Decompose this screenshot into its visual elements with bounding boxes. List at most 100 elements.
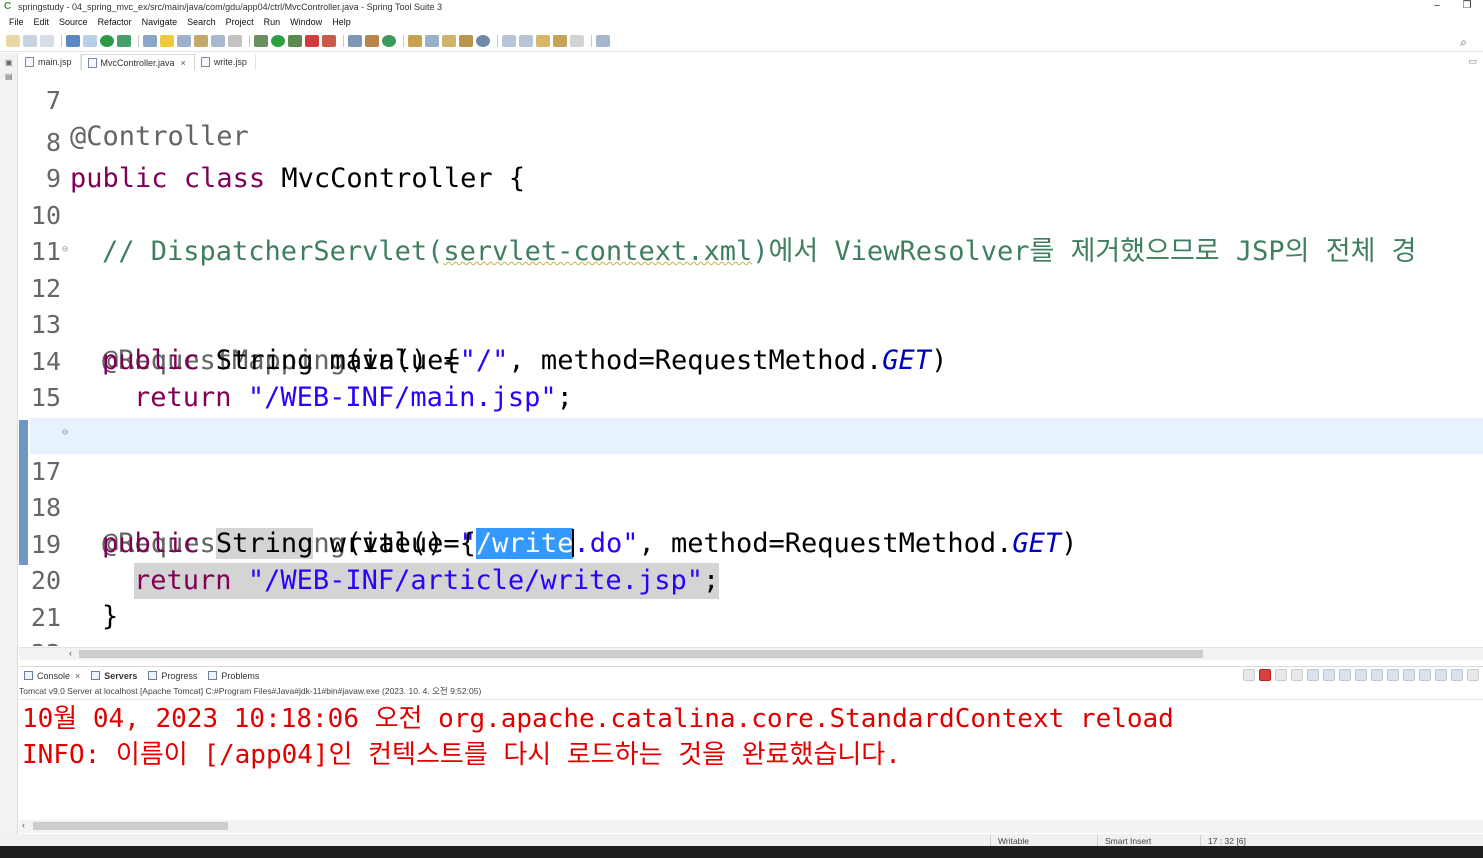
new-package-icon[interactable] bbox=[365, 35, 379, 47]
menu-edit[interactable]: Edit bbox=[29, 17, 55, 27]
web-browser-icon[interactable] bbox=[459, 35, 473, 47]
new-icon[interactable] bbox=[6, 35, 20, 47]
show-whitespace-icon[interactable] bbox=[211, 35, 225, 47]
code-line-12: 12 ⊖ @RequestMapping(value="/", method=R… bbox=[30, 232, 1483, 376]
code-line-22: 22 bbox=[30, 600, 1483, 646]
next-edit-icon[interactable] bbox=[502, 35, 516, 47]
minimize-button[interactable]: – bbox=[1425, 0, 1449, 13]
show-on-stdout-icon[interactable] bbox=[1355, 669, 1367, 681]
tab-main-jsp[interactable]: main.jsp bbox=[19, 54, 81, 70]
coverage-icon[interactable] bbox=[288, 35, 302, 47]
display-console-icon[interactable] bbox=[1403, 669, 1415, 681]
spring-boot-icon[interactable] bbox=[100, 35, 114, 47]
terminal-icon[interactable] bbox=[66, 35, 80, 47]
save-all-icon[interactable] bbox=[40, 35, 54, 47]
scrollbar-thumb[interactable] bbox=[79, 650, 1203, 658]
remove-icon[interactable] bbox=[1275, 669, 1287, 681]
tab-problems[interactable]: Problems bbox=[203, 671, 265, 681]
toggle-mark-icon[interactable] bbox=[83, 35, 97, 47]
progress-icon bbox=[148, 671, 158, 680]
console-toolbar bbox=[1239, 669, 1479, 681]
menu-project[interactable]: Project bbox=[221, 17, 259, 27]
minimize-view-icon[interactable] bbox=[1435, 669, 1447, 681]
console-output[interactable]: 10월 04, 2023 10:18:06 오전 org.apache.cata… bbox=[19, 699, 1483, 819]
tab-mvccontroller-java[interactable]: MvcController.java × bbox=[80, 54, 195, 70]
open-console-icon[interactable] bbox=[1419, 669, 1431, 681]
console-description: Tomcat v9.0 Server at localhost [Apache … bbox=[19, 686, 482, 696]
back-icon[interactable] bbox=[553, 35, 567, 47]
console-horizontal-scrollbar[interactable]: ‹ bbox=[19, 820, 1483, 833]
stop-icon[interactable] bbox=[305, 35, 319, 47]
external-tools-icon[interactable] bbox=[322, 35, 336, 47]
search-tool-icon[interactable] bbox=[442, 35, 456, 47]
show-on-stderr-icon[interactable] bbox=[1371, 669, 1383, 681]
toolbar-separator bbox=[403, 35, 404, 47]
maximize-view-icon[interactable] bbox=[1451, 669, 1463, 681]
run-icon[interactable] bbox=[271, 35, 285, 47]
code-line-13: 13 public String main() { bbox=[30, 271, 1483, 376]
tab-write-jsp[interactable]: write.jsp bbox=[195, 54, 256, 70]
open-perspective-icon[interactable] bbox=[596, 35, 610, 47]
remove-launch-icon[interactable] bbox=[1243, 669, 1255, 681]
debug-icon[interactable] bbox=[254, 35, 268, 47]
forward-icon[interactable] bbox=[570, 35, 584, 47]
menu-run[interactable]: Run bbox=[259, 17, 286, 27]
scroll-left-icon[interactable]: ‹ bbox=[22, 820, 25, 830]
java-file-icon bbox=[87, 57, 97, 68]
pin-console-icon[interactable] bbox=[1387, 669, 1399, 681]
open-type-icon[interactable] bbox=[408, 35, 422, 47]
previous-edit-icon[interactable] bbox=[519, 35, 533, 47]
menu-search[interactable]: Search bbox=[182, 17, 221, 27]
toolbar-separator bbox=[343, 35, 344, 47]
highlight-icon[interactable] bbox=[160, 35, 174, 47]
restore-view-icon[interactable]: ▣ bbox=[5, 59, 13, 67]
menu-source[interactable]: Source bbox=[54, 17, 93, 27]
new-java-project-icon[interactable] bbox=[348, 35, 362, 47]
next-annotation-icon[interactable] bbox=[177, 35, 191, 47]
tab-label: Problems bbox=[221, 670, 260, 681]
editor-horizontal-scrollbar[interactable]: ‹ bbox=[19, 647, 1483, 660]
fold-toggle-icon[interactable]: ⊖ bbox=[62, 415, 70, 451]
menu-navigate[interactable]: Navigate bbox=[137, 17, 183, 27]
main-toolbar bbox=[0, 31, 1483, 52]
refresh-icon[interactable] bbox=[117, 35, 131, 47]
menu-file[interactable]: File bbox=[4, 17, 29, 27]
pilcrow-icon[interactable] bbox=[228, 35, 242, 47]
menu-window[interactable]: Window bbox=[285, 17, 327, 27]
menu-refactor[interactable]: Refactor bbox=[93, 17, 137, 27]
previous-annotation-icon[interactable] bbox=[194, 35, 208, 47]
fold-toggle-icon[interactable]: ⊖ bbox=[62, 232, 70, 268]
console-icon bbox=[24, 671, 33, 680]
clear-console-icon[interactable] bbox=[1307, 669, 1319, 681]
restore-button[interactable]: ❐ bbox=[1455, 0, 1479, 13]
toolbar-separator bbox=[497, 35, 498, 47]
tab-progress[interactable]: Progress bbox=[143, 671, 203, 681]
maximize-editor-icon[interactable]: ▭ bbox=[1468, 56, 1477, 67]
tab-console[interactable]: Console × bbox=[19, 671, 86, 681]
close-tab-icon[interactable]: × bbox=[181, 58, 186, 68]
settings-gear-icon[interactable] bbox=[1467, 669, 1479, 681]
scroll-left-icon[interactable]: ‹ bbox=[69, 648, 72, 658]
skip-breakpoints-icon[interactable] bbox=[143, 35, 157, 47]
open-task-icon[interactable] bbox=[425, 35, 439, 47]
tab-label: Progress bbox=[161, 670, 198, 681]
remove-all-icon[interactable] bbox=[1291, 669, 1303, 681]
servers-icon bbox=[91, 671, 101, 680]
new-class-icon[interactable] bbox=[382, 35, 396, 47]
code-line-7: 7 @Controller bbox=[30, 70, 1483, 152]
terminate-icon[interactable] bbox=[1259, 669, 1271, 681]
tab-servers[interactable]: Servers bbox=[86, 671, 143, 681]
globe-icon[interactable] bbox=[476, 35, 490, 47]
package-explorer-icon[interactable]: ▤ bbox=[5, 73, 13, 81]
code-editor[interactable]: 7 @Controller 8 public class MvcControll… bbox=[19, 70, 1483, 646]
scrollbar-thumb[interactable] bbox=[33, 822, 228, 830]
save-icon[interactable] bbox=[23, 35, 37, 47]
scroll-lock-icon[interactable] bbox=[1323, 669, 1335, 681]
word-wrap-icon[interactable] bbox=[1339, 669, 1351, 681]
close-tab-icon[interactable]: × bbox=[75, 671, 80, 681]
last-edit-location-icon[interactable] bbox=[536, 35, 550, 47]
search-icon[interactable]: ⌕ bbox=[1460, 35, 1467, 50]
problems-icon bbox=[208, 671, 218, 680]
code-line-20: 20 } bbox=[30, 527, 1483, 632]
menu-help[interactable]: Help bbox=[327, 17, 356, 27]
